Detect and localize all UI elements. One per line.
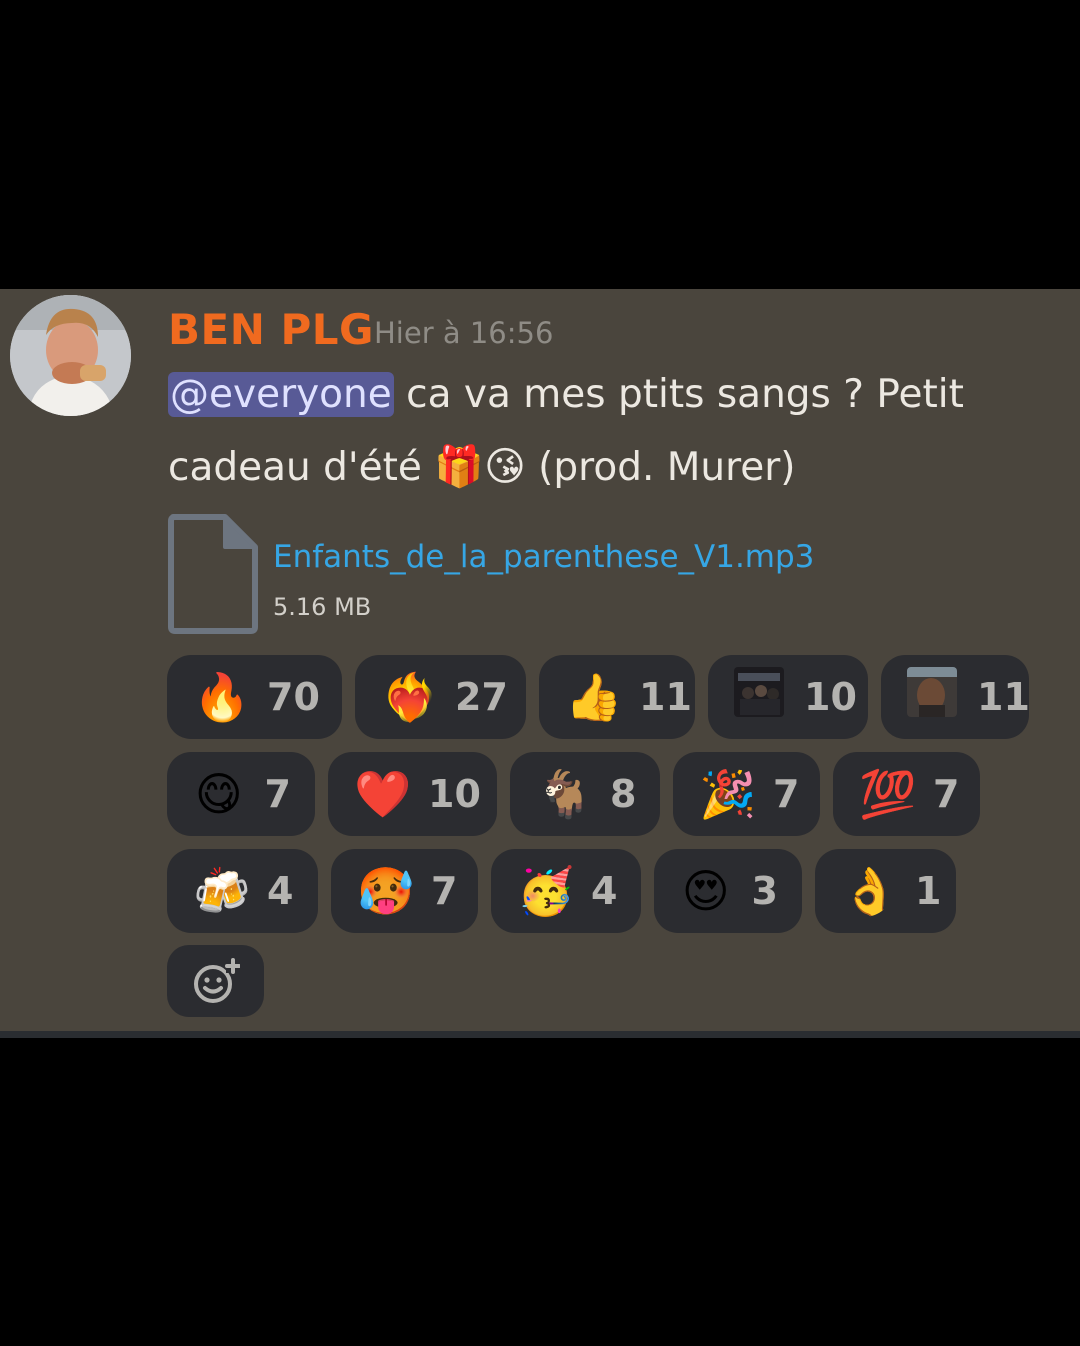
author-name[interactable]: BEN PLG [168, 305, 374, 354]
reaction-count: 7 [933, 772, 960, 816]
reaction-party-popper[interactable]: 🎉 7 [673, 752, 820, 836]
file-attachment: Enfants_de_la_parenthese_V1.mp3 5.16 MB [167, 513, 867, 635]
message-text-end: (prod. Murer) [525, 445, 796, 490]
timestamp: Hier à 16:56 [374, 316, 554, 350]
goat-emoji: 🐐 [536, 767, 594, 821]
reaction-thumbs-up[interactable]: 👍 11 [539, 655, 695, 739]
reaction-count: 11 [639, 675, 692, 719]
reaction-count: 8 [610, 772, 637, 816]
reaction-ok-hand[interactable]: 👌 1 [815, 849, 956, 933]
clinking-beers-emoji: 🍻 [193, 864, 251, 918]
avatar[interactable] [10, 295, 131, 416]
reaction-count: 3 [751, 869, 778, 913]
mention-everyone[interactable]: @everyone [168, 372, 394, 417]
reaction-custom-group[interactable]: 10 [708, 655, 868, 739]
thumbs-up-emoji: 👍 [565, 670, 623, 724]
message-content: @everyone ca va mes ptits sangs ? Petit … [168, 359, 1048, 504]
message: BEN PLG Hier à 16:56 @everyone ca va mes… [0, 289, 1080, 1038]
red-heart-emoji: ❤️ [354, 767, 412, 821]
reaction-count: 7 [264, 772, 291, 816]
reaction-beers[interactable]: 🍻 4 [167, 849, 318, 933]
kiss-emoji: 😘 [484, 444, 526, 490]
reaction-custom-face[interactable]: 11 [881, 655, 1030, 739]
file-name-link[interactable]: Enfants_de_la_parenthese_V1.mp3 [273, 539, 814, 575]
reaction-hot-face[interactable]: 🥵 7 [331, 849, 478, 933]
add-reaction-button[interactable] [167, 945, 264, 1017]
reaction-count: 27 [455, 675, 508, 719]
add-reaction-icon [193, 958, 240, 1003]
hot-face-emoji: 🥵 [357, 864, 415, 918]
reaction-fire[interactable]: 🔥 70 [167, 655, 342, 739]
reaction-count: 1 [915, 869, 942, 913]
reaction-hundred[interactable]: 💯 7 [833, 752, 980, 836]
reaction-count: 10 [804, 675, 857, 719]
reaction-count: 10 [428, 772, 481, 816]
reaction-yum[interactable]: 😋 7 [167, 752, 315, 836]
party-popper-emoji: 🎉 [699, 767, 757, 821]
reaction-heart-eyes[interactable]: 😍 3 [654, 849, 802, 933]
file-icon [168, 514, 258, 634]
hundred-points-emoji: 💯 [859, 767, 917, 821]
reaction-red-heart[interactable]: ❤️ 10 [328, 752, 497, 836]
reaction-goat[interactable]: 🐐 8 [510, 752, 660, 836]
reactions-bar: 🔥 70 ❤️‍🔥 27 👍 11 10 [167, 655, 1047, 1025]
yum-emoji: 😋 [194, 767, 243, 821]
file-size: 5.16 MB [273, 593, 372, 621]
fire-emoji: 🔥 [193, 670, 251, 724]
reaction-count: 7 [773, 772, 800, 816]
reaction-count: 4 [591, 869, 618, 913]
heart-on-fire-emoji: ❤️‍🔥 [381, 670, 439, 724]
reaction-count: 4 [267, 869, 294, 913]
custom-group-emoji [734, 667, 784, 727]
ok-hand-emoji: 👌 [841, 864, 899, 918]
reaction-count: 11 [977, 675, 1030, 719]
heart-eyes-emoji: 😍 [681, 864, 730, 918]
gift-emoji: 🎁 [434, 444, 485, 490]
custom-face-emoji [907, 667, 957, 727]
partying-face-emoji: 🥳 [517, 864, 575, 918]
reaction-count: 7 [431, 869, 458, 913]
reaction-count: 70 [267, 675, 320, 719]
reaction-partying-face[interactable]: 🥳 4 [491, 849, 641, 933]
reaction-heart-on-fire[interactable]: ❤️‍🔥 27 [355, 655, 526, 739]
